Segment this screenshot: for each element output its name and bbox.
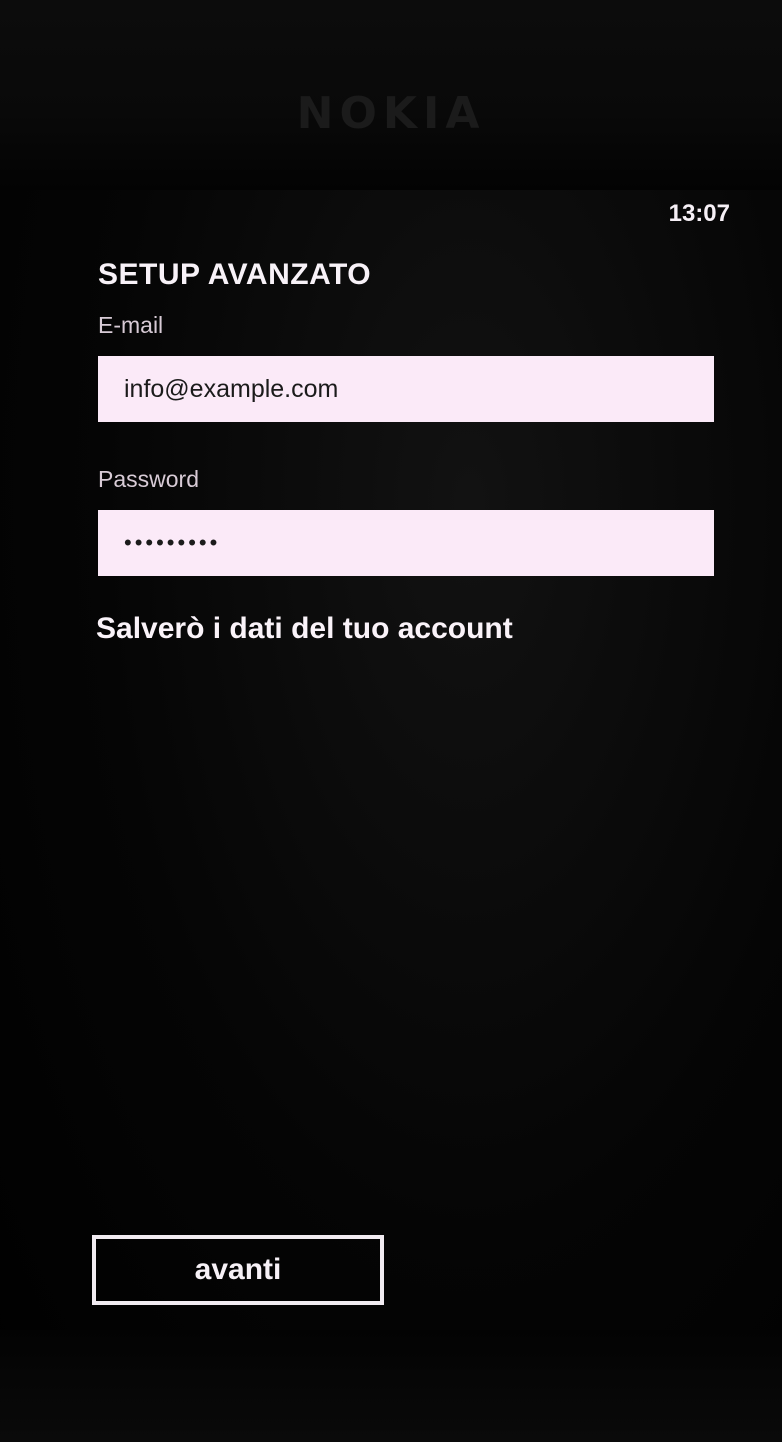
email-label: E-mail [98,312,164,338]
account-save-notice: Salverò i dati del tuo account [96,612,513,645]
phone-bottom-bezel [0,1330,782,1442]
page-title: SETUP AVANZATO [98,258,372,291]
status-clock: 13:07 [668,200,730,227]
email-field[interactable]: info@example.com [98,356,714,422]
password-field[interactable]: ••••••••• [98,510,714,576]
email-value: info@example.com [124,374,339,403]
next-button[interactable]: avanti [92,1235,384,1305]
brand-logo: NOKIA [296,88,486,139]
password-value: ••••••••• [124,530,221,555]
phone-top-bezel: NOKIA [0,0,782,190]
password-label: Password [98,466,199,492]
phone-screen [0,0,782,1442]
